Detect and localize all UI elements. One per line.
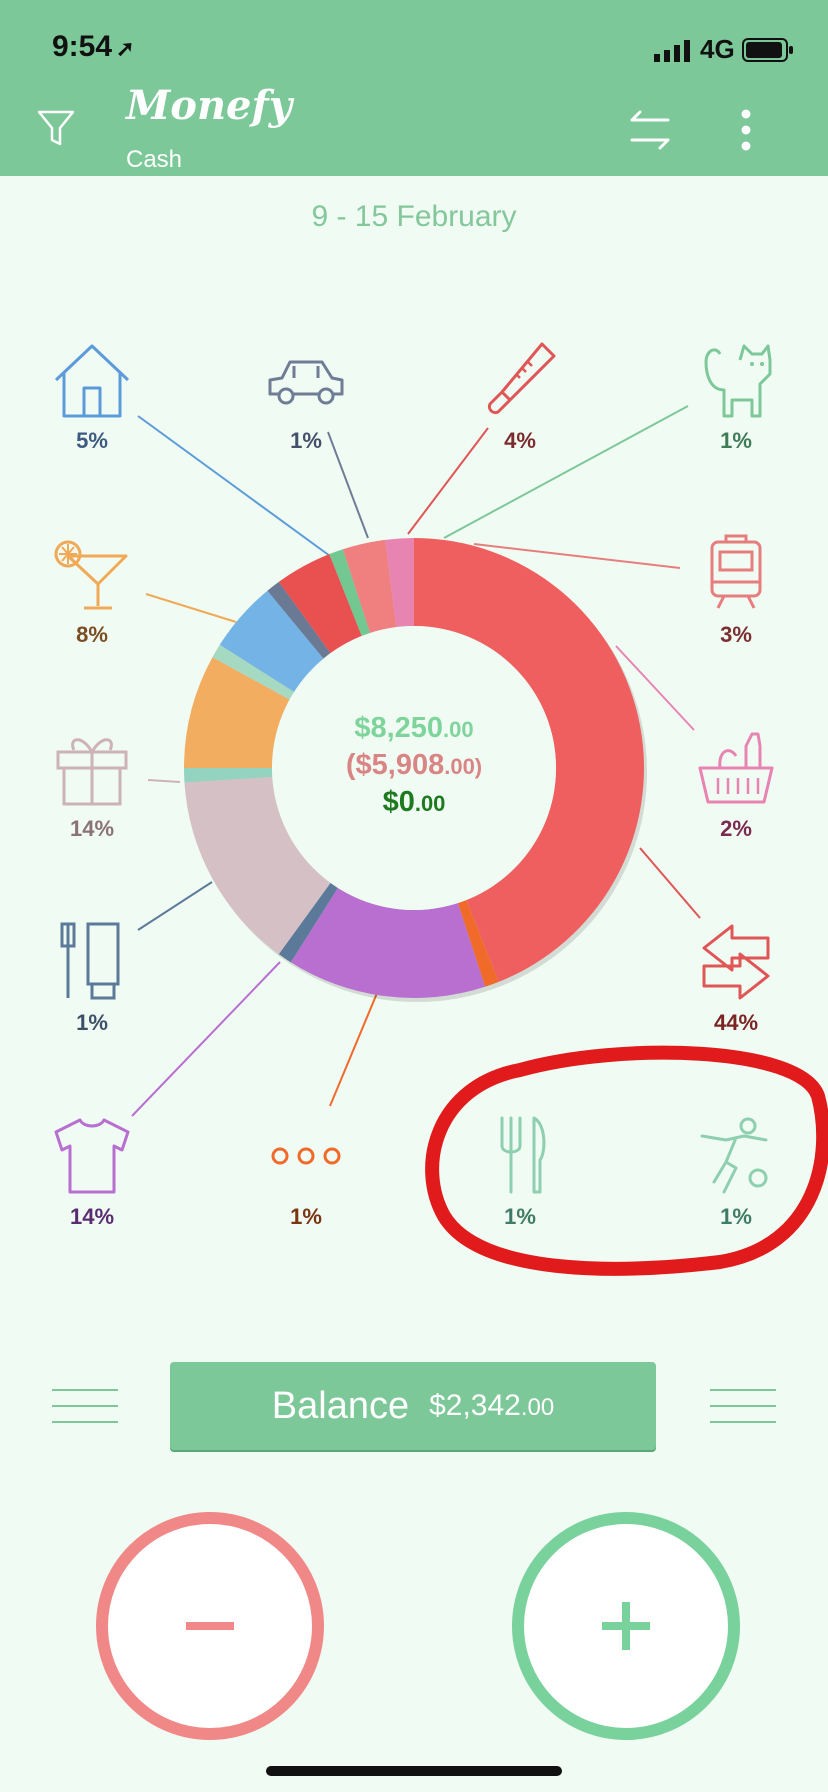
thermometer-icon bbox=[487, 342, 556, 415]
category-percent: 1% bbox=[76, 1010, 108, 1035]
category-other[interactable]: 1% bbox=[246, 1116, 366, 1236]
category-percent: 1% bbox=[290, 1204, 322, 1229]
net-total: $0.00 bbox=[296, 786, 532, 819]
category-percent: 3% bbox=[720, 622, 752, 647]
cocktail-icon bbox=[54, 540, 128, 610]
expense-cents: .00) bbox=[444, 754, 483, 779]
house-icon bbox=[54, 344, 130, 418]
plus-icon bbox=[602, 1602, 650, 1650]
category-clothes[interactable]: 14% bbox=[32, 1116, 152, 1236]
basket-icon bbox=[698, 732, 774, 804]
red-annotation-circle bbox=[425, 1045, 828, 1276]
gift-icon bbox=[56, 738, 128, 806]
category-transfers[interactable]: 44% bbox=[676, 922, 796, 1042]
minus-icon bbox=[186, 1622, 234, 1630]
net-cents: .00 bbox=[414, 791, 446, 816]
add-income-button[interactable] bbox=[512, 1512, 740, 1740]
income-amount: $8,250 bbox=[354, 712, 444, 744]
balance-amount-cents: .00 bbox=[520, 1394, 555, 1421]
home-indicator bbox=[266, 1766, 562, 1776]
category-toiletry[interactable]: 1% bbox=[32, 922, 152, 1042]
category-pets[interactable]: 1% bbox=[676, 340, 796, 460]
category-percent: 1% bbox=[720, 428, 752, 453]
car-icon bbox=[268, 360, 344, 405]
category-percent: 44% bbox=[713, 1010, 759, 1035]
category-groceries[interactable]: 2% bbox=[676, 728, 796, 848]
menu-lines-right-icon[interactable] bbox=[710, 1388, 776, 1424]
category-percent: 14% bbox=[69, 816, 115, 841]
category-percent: 8% bbox=[76, 622, 108, 647]
toiletry-icon bbox=[60, 922, 120, 1000]
category-entertainment[interactable]: 8% bbox=[32, 534, 152, 654]
dots-icon bbox=[271, 1147, 341, 1165]
net-amount: $0 bbox=[382, 786, 415, 818]
category-percent: 5% bbox=[76, 428, 108, 453]
tshirt-icon bbox=[54, 1118, 130, 1194]
income-cents: .00 bbox=[443, 717, 474, 742]
category-house[interactable]: 5% bbox=[32, 340, 152, 460]
balance-amount-main: $2,342 bbox=[429, 1389, 521, 1422]
add-expense-button[interactable] bbox=[96, 1512, 324, 1740]
cat-icon bbox=[704, 344, 772, 418]
balance-button[interactable]: Balance $2,342.00 bbox=[170, 1362, 656, 1450]
balance-amount: $2,342.00 bbox=[429, 1389, 554, 1423]
category-transport[interactable]: 3% bbox=[676, 534, 796, 654]
category-car[interactable]: 1% bbox=[246, 340, 366, 460]
balance-label: Balance bbox=[271, 1384, 410, 1427]
train-icon bbox=[710, 534, 762, 609]
menu-lines-left-icon[interactable] bbox=[52, 1388, 118, 1424]
category-percent: 14% bbox=[69, 1204, 115, 1229]
income-total: $8,250.00 bbox=[296, 712, 532, 745]
category-health[interactable]: 4% bbox=[460, 340, 580, 460]
category-percent: 1% bbox=[290, 428, 322, 453]
category-percent: 4% bbox=[504, 428, 536, 453]
expense-total: ($5,908.00) bbox=[296, 749, 532, 782]
category-percent: 2% bbox=[720, 816, 752, 841]
expense-amount: ($5,908 bbox=[345, 749, 445, 781]
transfer-arrows-icon bbox=[702, 924, 770, 1000]
donut-summary: $8,250.00 ($5,908.00) $0.00 bbox=[296, 712, 532, 819]
category-gifts[interactable]: 14% bbox=[32, 728, 152, 848]
